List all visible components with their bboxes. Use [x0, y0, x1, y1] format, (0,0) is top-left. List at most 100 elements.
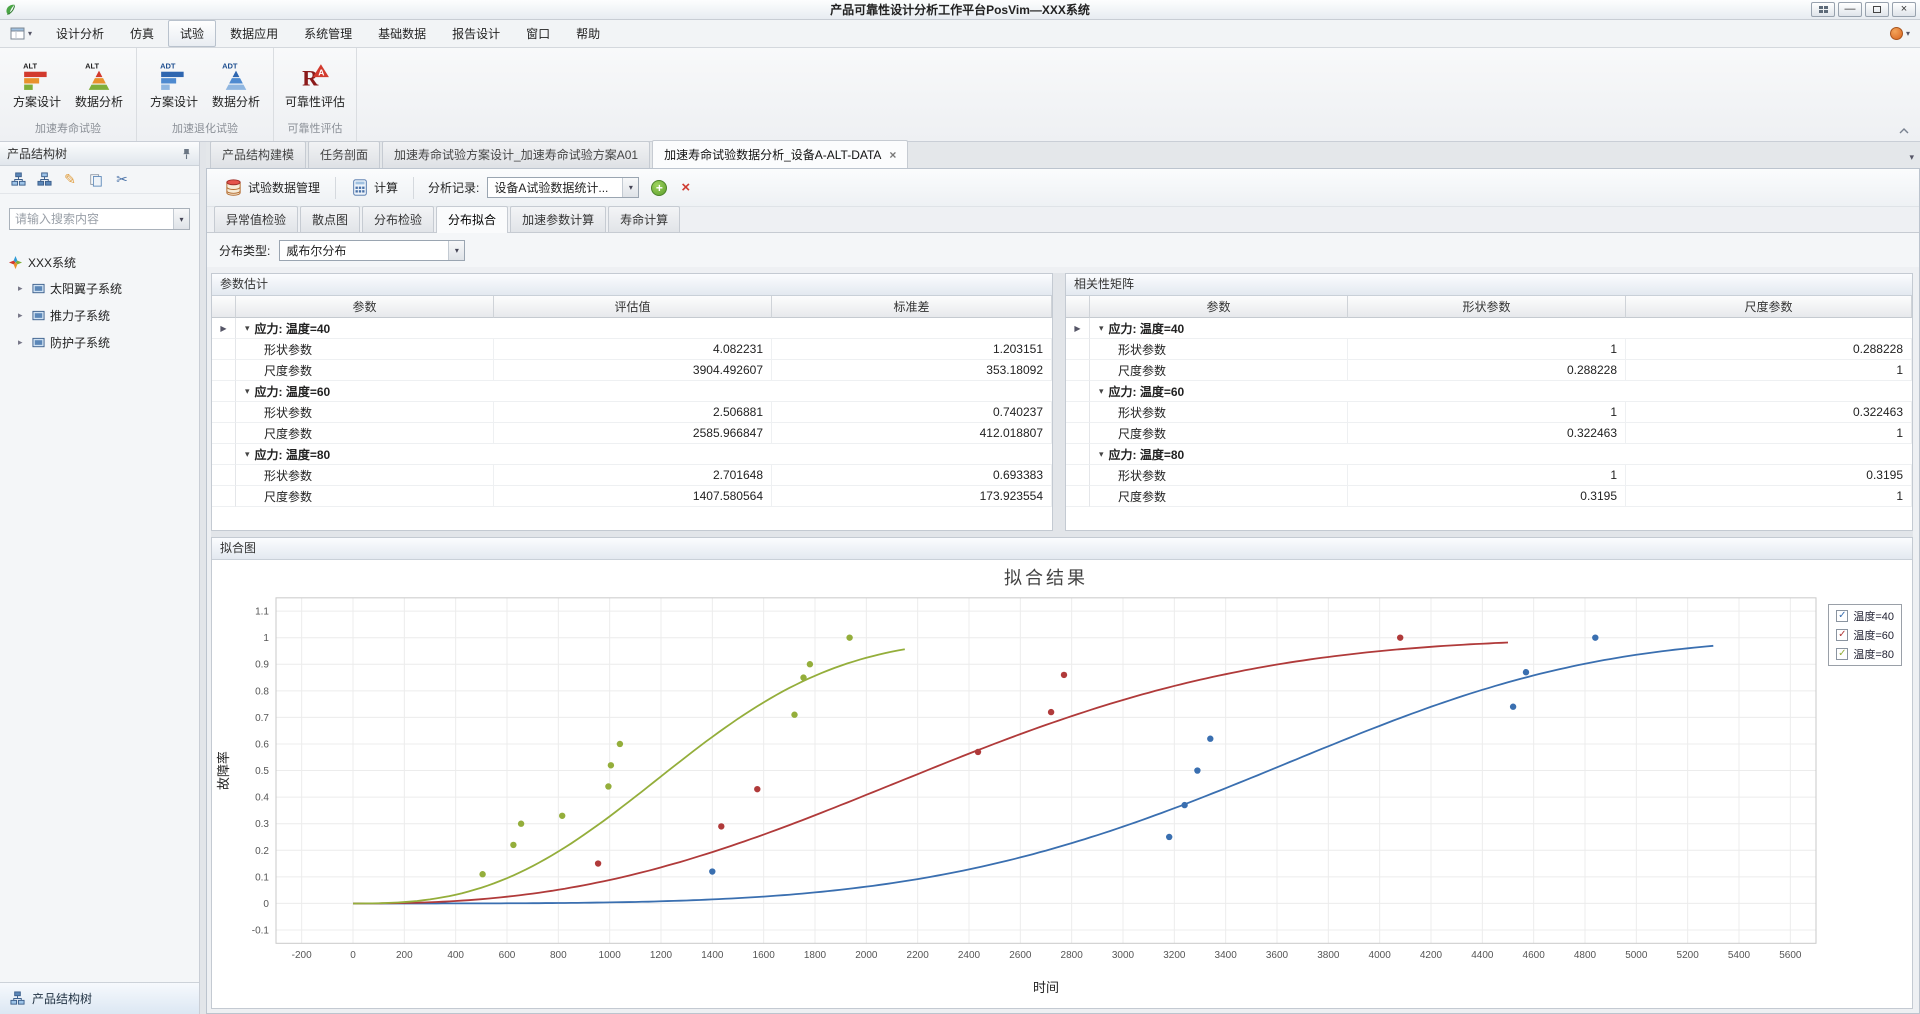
table-row[interactable]: 尺度参数 0.322463 1: [1066, 423, 1912, 444]
group-expander-icon[interactable]: ▾: [245, 323, 250, 334]
svg-text:1800: 1800: [804, 950, 827, 961]
table-row[interactable]: 尺度参数 3904.492607 353.18092: [212, 360, 1052, 381]
expander-icon[interactable]: ▸: [18, 283, 27, 294]
subtab-acceleration-parameter[interactable]: 加速参数计算: [510, 206, 606, 232]
legend-checkbox[interactable]: ✓: [1836, 648, 1848, 660]
group-expander-icon[interactable]: ▾: [245, 386, 250, 397]
table-row[interactable]: 尺度参数 1407.580564 173.923554: [212, 486, 1052, 507]
cut-node-button[interactable]: ✂: [113, 171, 131, 189]
subtab-distribution-check[interactable]: 分布检验: [362, 206, 434, 232]
reliability-evaluation-button[interactable]: R A 可靠性评估: [282, 57, 348, 114]
group-row[interactable]: ▾应力: 温度=80: [212, 444, 1052, 465]
legend-checkbox[interactable]: ✓: [1836, 610, 1848, 622]
dropdown-button[interactable]: ▾: [448, 241, 464, 260]
dropdown-button[interactable]: ▾: [622, 178, 638, 197]
maximize-button[interactable]: [1865, 2, 1889, 17]
menu-item-help[interactable]: 帮助: [564, 20, 612, 47]
group-row[interactable]: ▾应力: 温度=60: [212, 381, 1052, 402]
tree-node-protection[interactable]: ▸ 防护子系统: [6, 329, 193, 356]
menu-item-test[interactable]: 试验: [168, 20, 216, 47]
subtab-scatter-plot[interactable]: 散点图: [300, 206, 360, 232]
add-record-button[interactable]: +: [651, 180, 667, 196]
ribbon-group-reliability: R A 可靠性评估 可靠性评估: [274, 48, 357, 141]
group-expander-icon[interactable]: ▾: [1099, 386, 1104, 397]
expander-icon[interactable]: ▸: [18, 337, 27, 348]
group-row[interactable]: ▶ ▾应力: 温度=40: [1066, 318, 1912, 339]
tree-root-node[interactable]: XXX系统: [6, 250, 193, 275]
tab-list-dropdown-button[interactable]: ▾: [1909, 152, 1914, 163]
product-structure-tree-tab[interactable]: 产品结构树: [0, 983, 199, 1014]
calculate-button[interactable]: 计算: [342, 173, 407, 202]
tree-node-solar-wing[interactable]: ▸ 太阳翼子系统: [6, 275, 193, 302]
menu-item-design-analysis[interactable]: 设计分析: [44, 20, 116, 47]
table-row[interactable]: 形状参数 1 0.322463: [1066, 402, 1912, 423]
table-row[interactable]: 形状参数 2.701648 0.693383: [212, 465, 1052, 486]
subtab-outlier-check[interactable]: 异常值检验: [214, 206, 298, 232]
column-header[interactable]: 评估值: [494, 296, 772, 318]
table-row[interactable]: 尺度参数 0.288228 1: [1066, 360, 1912, 381]
analysis-record-select[interactable]: 设备A试验数据统计... ▾: [487, 177, 639, 198]
tree-node-thrust[interactable]: ▸ 推力子系统: [6, 302, 193, 329]
subtab-life-calculation[interactable]: 寿命计算: [608, 206, 680, 232]
cell-parameter: 尺度参数: [236, 360, 494, 381]
tab-alt-data-analysis[interactable]: 加速寿命试验数据分析_设备A-ALT-DATA ×: [652, 140, 908, 168]
expand-tree-button[interactable]: [9, 171, 27, 189]
group-row[interactable]: ▾应力: 温度=80: [1066, 444, 1912, 465]
close-tab-icon[interactable]: ×: [889, 149, 896, 161]
group-row[interactable]: ▶ ▾应力: 温度=40: [212, 318, 1052, 339]
copy-node-button[interactable]: [87, 171, 105, 189]
title-bar[interactable]: 产品可靠性设计分析工作平台PosVim—XXX系统 — ×: [0, 0, 1920, 20]
menu-item-data-application[interactable]: 数据应用: [218, 20, 290, 47]
collapse-tree-button[interactable]: [35, 171, 53, 189]
column-header[interactable]: 形状参数: [1348, 296, 1626, 318]
table-row[interactable]: 尺度参数 2585.966847 412.018807: [212, 423, 1052, 444]
table-row[interactable]: 形状参数 1 0.288228: [1066, 339, 1912, 360]
legend-checkbox[interactable]: ✓: [1836, 629, 1848, 641]
close-button[interactable]: ×: [1892, 2, 1916, 17]
edit-node-button[interactable]: ✎: [61, 171, 79, 189]
legend-item-t60[interactable]: ✓ 温度=60: [1836, 627, 1894, 643]
panel-splitter[interactable]: [1053, 273, 1065, 531]
table-row[interactable]: 尺度参数 0.3195 1: [1066, 486, 1912, 507]
menu-bar: ▾ 设计分析 仿真 试验 数据应用 系统管理 基础数据 报告设计 窗口 帮助 ▾: [0, 20, 1920, 48]
table-row[interactable]: 形状参数 4.082231 1.203151: [212, 339, 1052, 360]
search-dropdown-button[interactable]: ▾: [173, 209, 189, 229]
adt-data-analysis-button[interactable]: ADT 数据分析: [207, 57, 265, 114]
quick-launch-button[interactable]: ▾: [6, 25, 36, 42]
table-row[interactable]: 形状参数 2.506881 0.740237: [212, 402, 1052, 423]
menu-item-system-management[interactable]: 系统管理: [292, 20, 364, 47]
column-header[interactable]: 参数: [1090, 296, 1348, 318]
search-input[interactable]: [10, 212, 173, 226]
alt-data-analysis-button[interactable]: ALT 数据分析: [70, 57, 128, 114]
adt-plan-design-button[interactable]: ADT 方案设计: [145, 57, 203, 114]
delete-record-button[interactable]: ×: [681, 180, 690, 195]
table-row[interactable]: 形状参数 1 0.3195: [1066, 465, 1912, 486]
group-expander-icon[interactable]: ▾: [1099, 449, 1104, 460]
column-header[interactable]: 标准差: [772, 296, 1052, 318]
collapse-ribbon-button[interactable]: [1898, 124, 1910, 138]
legend-item-t40[interactable]: ✓ 温度=40: [1836, 608, 1894, 624]
group-row[interactable]: ▾应力: 温度=60: [1066, 381, 1912, 402]
tab-alt-plan-design[interactable]: 加速寿命试验方案设计_加速寿命试验方案A01: [382, 141, 650, 168]
group-expander-icon[interactable]: ▾: [1099, 323, 1104, 334]
menu-item-window[interactable]: 窗口: [514, 20, 562, 47]
distribution-type-select[interactable]: 威布尔分布 ▾: [279, 240, 465, 261]
tab-mission-profile[interactable]: 任务剖面: [308, 141, 380, 168]
legend-item-t80[interactable]: ✓ 温度=80: [1836, 646, 1894, 662]
column-header[interactable]: 参数: [236, 296, 494, 318]
menu-item-basic-data[interactable]: 基础数据: [366, 20, 438, 47]
alt-plan-design-button[interactable]: ALT 方案设计: [8, 57, 66, 114]
minimize-button[interactable]: —: [1838, 2, 1862, 17]
pin-icon[interactable]: [181, 148, 192, 160]
group-expander-icon[interactable]: ▾: [245, 449, 250, 460]
menu-item-report-design[interactable]: 报告设计: [440, 20, 512, 47]
layout-toggle-button[interactable]: [1811, 2, 1835, 17]
menu-item-simulation[interactable]: 仿真: [118, 20, 166, 47]
cell-parameter: 尺度参数: [236, 423, 494, 444]
expander-icon[interactable]: ▸: [18, 310, 27, 321]
subtab-distribution-fitting[interactable]: 分布拟合: [436, 206, 508, 233]
test-data-manage-button[interactable]: 试验数据管理: [215, 173, 329, 203]
column-header[interactable]: 尺度参数: [1626, 296, 1912, 318]
skin-menu-button[interactable]: ▾: [1890, 27, 1914, 40]
tab-product-structure-modeling[interactable]: 产品结构建模: [210, 141, 306, 168]
